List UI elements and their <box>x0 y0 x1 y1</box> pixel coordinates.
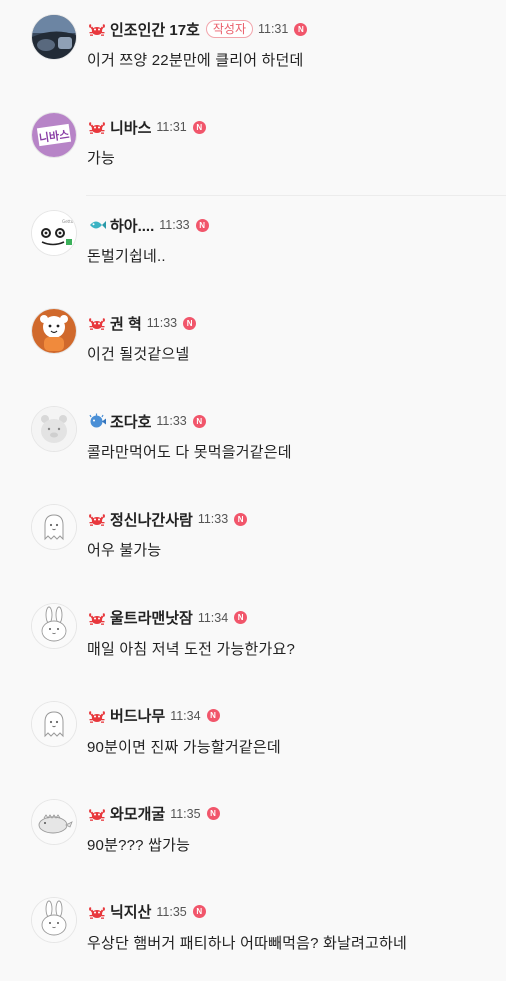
comment-item: 울트라맨낫잠 11:34 N 매일 아침 저녁 도전 가능한가요? <box>0 589 506 687</box>
comment-header: 울트라맨낫잠 11:34 N <box>87 607 248 629</box>
new-badge-icon: N <box>192 414 206 428</box>
comment-list: 인조인간 17호 작성자 11:31 N 이거 쯔양 22분만에 클리어 하던데 니바스 니… <box>0 0 506 981</box>
nickname[interactable]: 와모개굴 <box>110 803 165 824</box>
comment-text: 돈벌기쉽네.. <box>87 248 166 266</box>
comment-time: 11:34 <box>170 708 201 723</box>
comment-time: 11:35 <box>156 904 187 919</box>
comment-item: 닉지산 11:35 N 우상단 햄버거 패티하나 어따빼먹음? 화날려고하네 <box>0 883 506 981</box>
comment-header: 정신나간사람 11:33 N <box>87 508 248 530</box>
car-photo-avatar[interactable] <box>32 15 76 59</box>
comment-time: 11:33 <box>159 218 190 233</box>
nickname[interactable]: 정신나간사람 <box>110 509 193 530</box>
nickname[interactable]: 닉지산 <box>110 901 151 922</box>
crab-icon <box>87 805 107 823</box>
comment-text: 90분??? 쌉가능 <box>87 836 191 854</box>
comment-text: 콜라만먹어도 다 못먹을거같은데 <box>87 444 292 462</box>
nibas-logo-avatar[interactable]: 니바스 <box>32 113 76 158</box>
comment-text: 이거 쯔양 22분만에 클리어 하던데 <box>87 52 304 69</box>
crab-icon <box>87 314 107 332</box>
comment-header: 닉지산 11:35 N <box>87 901 206 923</box>
comment-text: 어우 불가능 <box>87 542 162 560</box>
comment-text: 매일 아침 저녁 도전 가능한가요? <box>87 640 296 658</box>
new-badge-icon: N <box>206 807 220 821</box>
author-badge: 작성자 <box>205 20 253 38</box>
comment-time: 11:31 <box>257 22 289 36</box>
rabbit-avatar[interactable] <box>32 603 76 648</box>
comment-item: 와모개굴 11:35 N 90분??? 쌉가능 <box>0 785 506 883</box>
comment-text: 가능 <box>87 150 116 168</box>
comment-header: 니바스 11:31 N <box>87 116 206 138</box>
comment-time: 11:35 <box>170 806 201 821</box>
comment-item: 정신나간사람 11:33 N 어우 불가능 <box>0 490 506 588</box>
nickname[interactable]: 하아.... <box>110 215 154 236</box>
nickname[interactable]: 조다호 <box>110 411 151 432</box>
comment-time: 11:33 <box>156 414 187 429</box>
comment-text: 이건 될것같으넬 <box>87 346 190 364</box>
nickname[interactable]: 권 혁 <box>110 313 142 334</box>
comment-header: 권 혁 11:33 N <box>87 312 197 334</box>
comment-item: 니바스 니바스 11:31 N 가능 <box>0 98 506 197</box>
new-badge-icon: N <box>183 316 197 330</box>
cartoon-face-avatar[interactable]: Gettoo <box>32 211 76 256</box>
comment-header: 버드나무 11:34 N <box>87 705 220 727</box>
comment-text: 90분이면 진짜 가능할거같은데 <box>87 738 281 756</box>
new-badge-icon: N <box>234 611 248 625</box>
nickname[interactable]: 울트라맨낫잠 <box>110 607 193 628</box>
comment-time: 11:33 <box>146 316 178 331</box>
new-badge-icon: N <box>195 218 209 232</box>
comment-item: 버드나무 11:34 N 90분이면 진짜 가능할거같은데 <box>0 687 506 785</box>
rabbit-avatar[interactable] <box>32 897 76 942</box>
comment-item: Gettoo 하아.... 11:33 N 돈벌기쉽네.. <box>0 196 506 294</box>
comment-header: 와모개굴 11:35 N <box>87 803 220 825</box>
ghost-avatar[interactable] <box>32 505 76 550</box>
nickname[interactable]: 버드나무 <box>110 705 165 726</box>
comment-time: 11:34 <box>197 610 229 625</box>
comment-text: 우상단 햄버거 패티하나 어따빼먹음? 화날려고하네 <box>87 934 408 952</box>
new-badge-icon: N <box>192 120 206 134</box>
comment-time: 11:31 <box>156 120 187 135</box>
svg-text:Gettoo: Gettoo <box>62 219 76 224</box>
comment-item: 권 혁 11:33 N 이건 될것같으넬 <box>0 294 506 392</box>
crab-icon <box>87 20 107 38</box>
comment-item: 조다호 11:33 N 콜라만먹어도 다 못먹을거같은데 <box>0 392 506 490</box>
nickname[interactable]: 니바스 <box>110 117 151 138</box>
new-badge-icon: N <box>234 512 248 526</box>
new-badge-icon: N <box>192 905 206 919</box>
crab-icon <box>87 510 107 528</box>
nickname[interactable]: 인조인간 17호 <box>110 19 200 40</box>
crab-icon <box>87 903 107 921</box>
crab-icon <box>87 707 107 725</box>
gray-bear-avatar[interactable] <box>32 407 76 452</box>
fish-icon <box>87 216 107 234</box>
comment-header: 인조인간 17호 작성자 11:31 N <box>87 18 308 40</box>
blowfish-icon <box>87 412 107 430</box>
comment-time: 11:33 <box>197 512 229 527</box>
comment-header: 조다호 11:33 N <box>87 410 206 432</box>
orange-character-avatar[interactable] <box>32 309 76 354</box>
crab-icon <box>87 118 107 136</box>
dinosaur-avatar[interactable] <box>32 799 76 844</box>
ghost-avatar[interactable] <box>32 701 76 746</box>
new-badge-icon: N <box>294 22 308 36</box>
comment-header: 하아.... 11:33 N <box>87 214 209 236</box>
crab-icon <box>87 609 107 627</box>
comment-item: 인조인간 17호 작성자 11:31 N 이거 쯔양 22분만에 클리어 하던데 <box>0 0 506 98</box>
new-badge-icon: N <box>206 709 220 723</box>
